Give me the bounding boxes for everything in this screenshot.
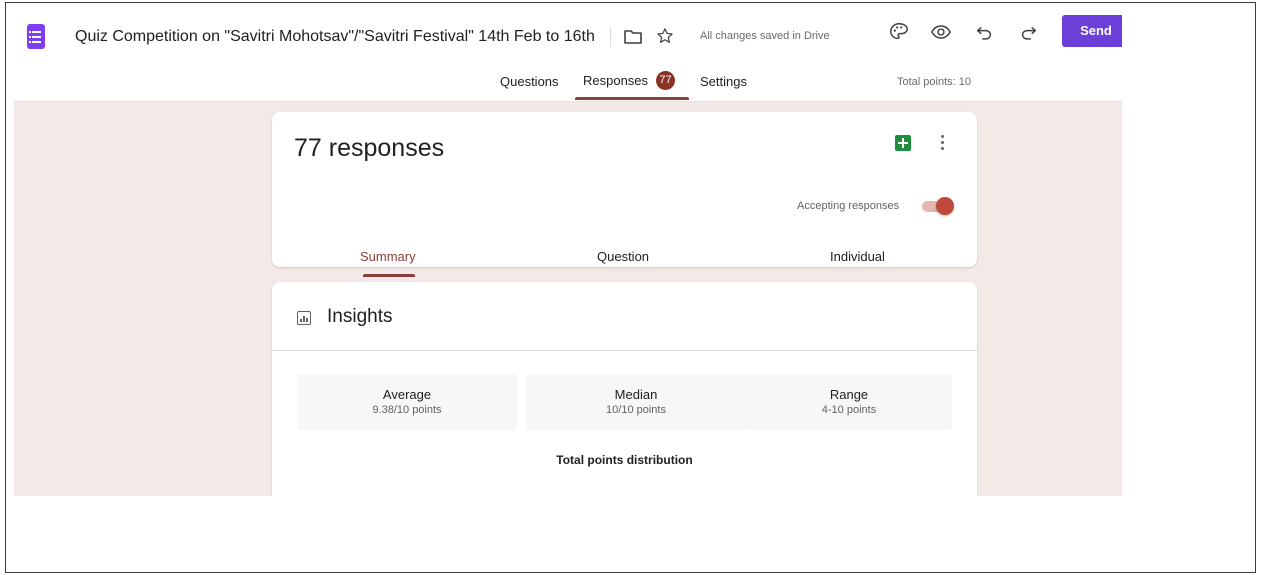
insights-card: Insights Average 9.38/10 points Median 1… bbox=[272, 282, 977, 496]
toggle-thumb bbox=[936, 197, 954, 215]
more-vert-icon[interactable] bbox=[937, 134, 947, 152]
folder-icon[interactable] bbox=[624, 30, 642, 44]
redo-icon[interactable] bbox=[1018, 21, 1040, 43]
palette-icon[interactable] bbox=[888, 21, 910, 43]
responses-count: 77 responses bbox=[294, 134, 445, 162]
undo-icon[interactable] bbox=[973, 21, 995, 43]
active-subtab-indicator bbox=[363, 274, 415, 277]
tab-settings[interactable]: Settings bbox=[700, 74, 747, 89]
save-status: All changes saved in Drive bbox=[700, 30, 830, 42]
responses-summary-card: 77 responses Accepting responses Summary… bbox=[272, 112, 977, 277]
top-bar: Quiz Competition on "Savitri Mohotsav"/"… bbox=[14, 6, 1122, 64]
responses-count-badge: 77 bbox=[656, 71, 676, 90]
responses-content: 77 responses Accepting responses Summary… bbox=[14, 102, 1122, 496]
insights-chart-icon bbox=[297, 311, 311, 325]
subtab-individual[interactable]: Individual bbox=[830, 249, 885, 264]
stat-range-value: 4-10 points bbox=[821, 404, 877, 416]
stat-median: Median 10/10 points bbox=[526, 374, 746, 430]
send-button[interactable]: Send bbox=[1062, 15, 1122, 47]
active-tab-indicator bbox=[575, 97, 689, 100]
stat-range-label: Range bbox=[829, 387, 869, 402]
tab-responses-label: Responses bbox=[583, 72, 649, 88]
tab-questions[interactable]: Questions bbox=[500, 74, 559, 89]
insights-title: Insights bbox=[327, 306, 393, 327]
star-icon[interactable] bbox=[656, 27, 674, 45]
preview-eye-icon[interactable] bbox=[930, 21, 952, 43]
screenshot-frame: Quiz Competition on "Savitri Mohotsav"/"… bbox=[5, 2, 1256, 573]
subtab-summary[interactable]: Summary bbox=[360, 249, 416, 264]
accepting-responses-toggle[interactable] bbox=[920, 197, 956, 215]
stat-average-label: Average bbox=[382, 387, 432, 402]
forms-icon[interactable] bbox=[27, 24, 45, 49]
title-divider bbox=[610, 27, 611, 47]
tab-responses[interactable]: Responses 77 bbox=[583, 71, 676, 91]
stat-average: Average 9.38/10 points bbox=[297, 374, 517, 430]
distribution-title: Total points distribution bbox=[556, 453, 693, 467]
form-title[interactable]: Quiz Competition on "Savitri Mohotsav"/"… bbox=[75, 28, 595, 46]
stat-average-value: 9.38/10 points bbox=[372, 404, 442, 416]
stat-range: Range 4-10 points bbox=[746, 374, 952, 430]
insights-divider bbox=[272, 350, 977, 351]
accepting-responses-label: Accepting responses bbox=[797, 200, 900, 212]
main-tabs: Questions Responses 77 Settings Total poi… bbox=[14, 64, 1122, 102]
total-points: Total points: 10 bbox=[897, 76, 971, 88]
stat-median-value: 10/10 points bbox=[606, 404, 666, 416]
stat-median-label: Median bbox=[614, 387, 658, 402]
google-forms-app: Quiz Competition on "Savitri Mohotsav"/"… bbox=[14, 6, 1122, 496]
subtab-question[interactable]: Question bbox=[597, 249, 649, 264]
sheets-icon[interactable] bbox=[895, 135, 911, 151]
